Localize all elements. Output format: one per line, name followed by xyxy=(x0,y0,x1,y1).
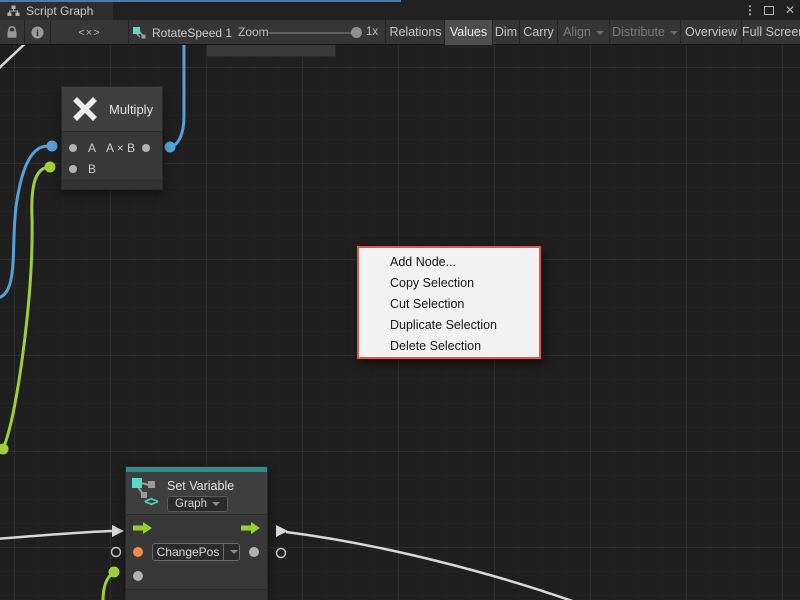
distribute-button[interactable]: Distribute xyxy=(610,20,680,45)
script-graph-window: Script Graph ⋮ ✕ i <×> xyxy=(0,0,800,600)
control-arrowhead xyxy=(112,525,124,537)
align-label: Align xyxy=(563,25,591,39)
tab-label: Script Graph xyxy=(26,4,93,18)
chevron-down-icon xyxy=(230,550,238,554)
wire-white-diagonal xyxy=(0,45,32,71)
wire-endpoint-green xyxy=(109,567,120,578)
svg-text:<>: <> xyxy=(144,494,158,508)
offscreen-node-footer[interactable] xyxy=(206,45,336,57)
control-flow-row xyxy=(126,515,267,534)
lock-button[interactable] xyxy=(0,20,24,45)
multiply-node-header: Multiply xyxy=(62,87,162,131)
zoom-slider-track[interactable] xyxy=(268,32,356,34)
chevron-down-icon xyxy=(596,31,604,35)
carry-button[interactable]: Carry xyxy=(520,20,557,45)
variable-input-port[interactable] xyxy=(133,547,143,557)
value-input-row xyxy=(126,571,267,581)
wire-control-out xyxy=(286,532,575,600)
toolbar-separator xyxy=(385,20,386,45)
port-row: B xyxy=(62,158,162,179)
svg-text:i: i xyxy=(36,29,39,39)
wire-control-in xyxy=(0,531,112,539)
menu-item-duplicate-selection[interactable]: Duplicate Selection xyxy=(359,315,539,336)
code-view-icon: <×> xyxy=(78,27,100,39)
graph-hierarchy-icon xyxy=(7,5,20,17)
wire-endpoint-green xyxy=(0,444,9,455)
lock-icon xyxy=(6,26,18,39)
port-row: A A × B xyxy=(62,137,162,158)
set-variable-node[interactable]: <> Set Variable Graph xyxy=(125,466,268,600)
menu-item-cut-selection[interactable]: Cut Selection xyxy=(359,294,539,315)
wire-endpoint-green xyxy=(45,162,56,173)
tab-script-graph[interactable]: Script Graph xyxy=(0,2,113,20)
variable-scope-dropdown[interactable]: Graph xyxy=(167,496,228,512)
chevron-down-icon xyxy=(212,502,220,506)
multiply-node[interactable]: Multiply A A × B B xyxy=(61,86,163,190)
info-button[interactable]: i xyxy=(25,20,50,45)
menu-item-copy-selection[interactable]: Copy Selection xyxy=(359,273,539,294)
multiply-icon xyxy=(70,94,100,124)
wire-green-input xyxy=(3,167,49,449)
unconnected-port-left[interactable] xyxy=(112,548,121,557)
info-icon: i xyxy=(31,26,44,39)
flow-out-arrow-icon[interactable] xyxy=(241,522,260,534)
titlebar: Script Graph ⋮ ✕ xyxy=(0,0,800,20)
wire-blue-output xyxy=(170,45,184,147)
overview-button[interactable]: Overview xyxy=(681,20,741,45)
wire-green-setvar xyxy=(103,573,113,600)
dropdown-caret-button[interactable] xyxy=(224,544,239,560)
value-input-port[interactable] xyxy=(133,571,143,581)
input-port-b[interactable] xyxy=(69,165,77,173)
node-title: Set Variable xyxy=(167,479,234,493)
port-label-output: A × B xyxy=(106,141,135,155)
set-variable-footer xyxy=(126,589,267,600)
graph-toolbar: i <×> RotateSpeed 1 Zoom 1x Relations Va… xyxy=(0,20,800,45)
port-label-b: B xyxy=(88,162,96,176)
dim-button[interactable]: Dim xyxy=(493,20,519,45)
node-title: Multiply xyxy=(109,102,153,117)
code-view-button[interactable]: <×> xyxy=(51,20,128,45)
zoom-slider-handle[interactable] xyxy=(351,27,362,38)
relations-button[interactable]: Relations xyxy=(387,20,444,45)
zoom-value: 1x xyxy=(366,20,378,45)
port-label-a: A xyxy=(88,141,96,155)
menu-item-delete-selection[interactable]: Delete Selection xyxy=(359,336,539,357)
maximize-icon[interactable] xyxy=(764,2,774,18)
chevron-down-icon xyxy=(670,31,678,35)
scope-label: Graph xyxy=(175,498,207,510)
window-menu-icon[interactable]: ⋮ xyxy=(744,2,756,18)
multiply-node-footer xyxy=(62,180,162,189)
variable-name-dropdown[interactable]: ChangePos xyxy=(152,543,240,561)
context-menu: Add Node... Copy Selection Cut Selection… xyxy=(357,246,541,359)
multiply-node-body: A A × B B xyxy=(62,131,162,180)
graph-name: RotateSpeed 1 xyxy=(152,26,232,40)
unconnected-port-right[interactable] xyxy=(277,549,286,558)
align-button[interactable]: Align xyxy=(558,20,609,45)
toolbar-separator xyxy=(128,20,129,45)
set-variable-icon: <> xyxy=(130,476,162,508)
wire-endpoint-blue xyxy=(47,141,58,152)
zoom-label: Zoom xyxy=(238,20,269,45)
input-port-a[interactable] xyxy=(69,144,77,152)
set-variable-header: <> Set Variable Graph xyxy=(126,472,267,514)
output-port[interactable] xyxy=(142,144,150,152)
set-variable-body: ChangePos xyxy=(126,514,267,589)
wire-endpoint-blue xyxy=(165,142,176,153)
graph-breadcrumb[interactable]: RotateSpeed 1 xyxy=(132,20,232,45)
value-output-port[interactable] xyxy=(249,547,259,557)
variable-name: ChangePos xyxy=(153,544,223,560)
values-button[interactable]: Values xyxy=(445,20,492,45)
menu-item-add-node[interactable]: Add Node... xyxy=(359,252,539,273)
flow-in-arrow-icon[interactable] xyxy=(133,522,152,534)
distribute-label: Distribute xyxy=(612,25,665,39)
variable-row: ChangePos xyxy=(126,543,267,561)
close-icon[interactable]: ✕ xyxy=(785,2,795,18)
graph-canvas[interactable]: Multiply A A × B B xyxy=(0,45,800,600)
fullscreen-button[interactable]: Full Screen xyxy=(742,20,800,45)
script-graph-icon xyxy=(132,26,146,39)
